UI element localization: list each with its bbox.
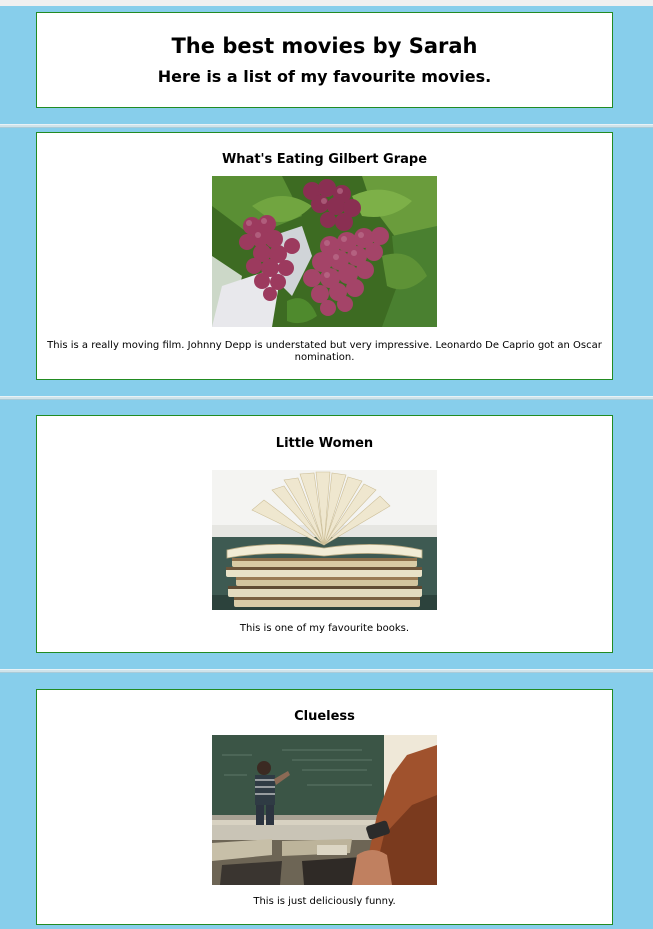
section-divider	[0, 124, 653, 128]
movie-description: This is a really moving film. Johnny Dep…	[47, 340, 602, 363]
movie-title: What's Eating Gilbert Grape	[221, 152, 428, 167]
movie-card-gilbert-grape: What's Eating Gilbert Grape This is a re…	[36, 132, 613, 380]
grapes-image	[212, 176, 437, 327]
page-title: The best movies by Sarah	[171, 34, 478, 58]
movie-description: This is one of my favourite books.	[239, 623, 410, 634]
movie-card-little-women: Little Women This is one of my favourite…	[36, 415, 613, 653]
movie-title: Little Women	[275, 436, 374, 451]
section-divider	[0, 396, 653, 400]
movie-description: This is just deliciously funny.	[253, 896, 396, 907]
section-divider	[0, 669, 653, 673]
movie-card-clueless: Clueless This is just deliciously funny.	[36, 689, 613, 925]
page-header: The best movies by Sarah Here is a list …	[36, 12, 613, 108]
classroom-image	[212, 735, 437, 885]
top-strip	[0, 0, 653, 6]
movie-title: Clueless	[294, 709, 355, 724]
books-image	[212, 470, 437, 610]
page-subtitle: Here is a list of my favourite movies.	[157, 67, 492, 86]
